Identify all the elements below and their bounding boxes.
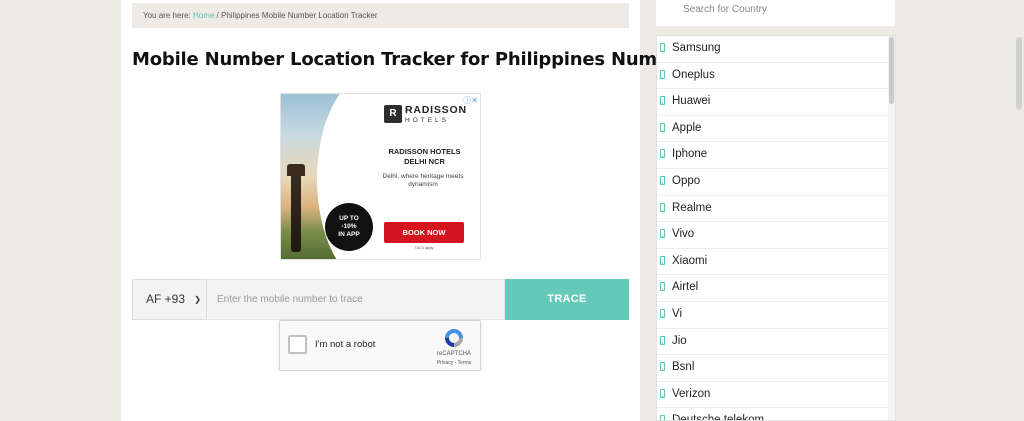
brand-list-item[interactable]: Oneplus bbox=[657, 63, 890, 90]
brand-list-item[interactable]: Airtel bbox=[657, 275, 890, 302]
breadcrumb-home-link[interactable]: Home bbox=[193, 11, 214, 20]
brand-list-item[interactable]: Realme bbox=[657, 196, 890, 223]
brand-list-item[interactable]: Samsung bbox=[657, 36, 890, 63]
mobile-phone-icon bbox=[660, 122, 665, 132]
recaptcha-brand: reCAPTCHA bbox=[436, 351, 471, 357]
ad-badge-line1: UP TO bbox=[339, 215, 359, 222]
brand-label[interactable]: Xiaomi bbox=[672, 255, 707, 267]
mobile-phone-icon bbox=[660, 96, 665, 106]
ad-brand-subtitle: HOTELS bbox=[405, 117, 450, 124]
brand-label[interactable]: Iphone bbox=[672, 148, 707, 160]
ad-description: Delhi, where heritage meets dynamism bbox=[382, 173, 464, 188]
recaptcha-label: I'm not a robot bbox=[315, 339, 376, 350]
brand-label[interactable]: Deutsche telekom bbox=[672, 414, 764, 420]
page-scrollbar-thumb[interactable] bbox=[1016, 37, 1022, 110]
brand-list-scroll-thumb[interactable] bbox=[889, 37, 894, 104]
adchoices-icon[interactable]: ⓘ✕ bbox=[463, 95, 478, 106]
mobile-phone-icon bbox=[660, 69, 665, 79]
brand-list-item[interactable]: Jio bbox=[657, 329, 890, 356]
recaptcha-logo-icon bbox=[445, 329, 463, 347]
brand-list-item[interactable]: Iphone bbox=[657, 142, 890, 169]
mobile-phone-icon bbox=[660, 308, 665, 318]
brand-label[interactable]: Airtel bbox=[672, 281, 698, 293]
trace-button[interactable]: TRACE bbox=[505, 279, 629, 320]
ad-badge-line2: -10% bbox=[341, 223, 357, 230]
brand-list-item[interactable]: Vivo bbox=[657, 222, 890, 249]
mobile-number-input[interactable]: Enter the mobile number to trace bbox=[207, 279, 505, 320]
mobile-phone-icon bbox=[660, 362, 665, 372]
chevron-down-icon: ❯ bbox=[194, 295, 201, 304]
recaptcha-privacy-terms-links[interactable]: Privacy - Terms bbox=[430, 360, 478, 366]
ad-title-line1: RADISSON HOTELS bbox=[388, 147, 461, 156]
country-search-input[interactable]: Search for Country bbox=[656, 0, 895, 26]
ad-book-now-button[interactable]: BOOK NOW bbox=[384, 222, 464, 243]
mobile-phone-icon bbox=[660, 149, 665, 159]
brand-label[interactable]: Samsung bbox=[672, 42, 721, 54]
ad-discount-badge: UP TO -10% IN APP bbox=[325, 203, 373, 251]
brand-label[interactable]: Huawei bbox=[672, 95, 710, 107]
ad-logo-mark: R bbox=[384, 105, 402, 123]
mobile-phone-icon bbox=[660, 282, 665, 292]
brand-list-panel: Samsung Oneplus Huawei Apple Iphone Oppo Realm… bbox=[656, 35, 896, 421]
country-code-value: AF +93 bbox=[146, 292, 186, 306]
brand-label[interactable]: Realme bbox=[672, 202, 712, 214]
brand-list-item[interactable]: Vi bbox=[657, 302, 890, 329]
brand-list-item[interactable]: Oppo bbox=[657, 169, 890, 196]
recaptcha-widget: I'm not a robot reCAPTCHA Privacy - Term… bbox=[279, 320, 481, 371]
brand-list-item[interactable]: Xiaomi bbox=[657, 249, 890, 276]
ad-title: RADISSON HOTELS DELHI NCR bbox=[377, 147, 472, 167]
country-code-select[interactable]: AF +93 ❯ bbox=[132, 279, 207, 320]
brand-label[interactable]: Oneplus bbox=[672, 69, 715, 81]
mobile-phone-icon bbox=[660, 415, 665, 420]
brand-list-item[interactable]: Huawei bbox=[657, 89, 890, 116]
brand-list-item[interactable]: Verizon bbox=[657, 382, 890, 409]
advertisement-banner[interactable]: UP TO -10% IN APP R RADISSON HOTELS ⓘ✕ R… bbox=[280, 93, 481, 260]
mobile-phone-icon bbox=[660, 255, 665, 265]
breadcrumb-current: Philippines Mobile Number Location Track… bbox=[220, 11, 378, 20]
brand-label[interactable]: Oppo bbox=[672, 175, 700, 187]
ad-brand-name: RADISSON bbox=[405, 104, 467, 116]
brand-label[interactable]: Vi bbox=[672, 308, 682, 320]
ad-badge-line3: IN APP bbox=[338, 231, 360, 238]
brand-label[interactable]: Apple bbox=[672, 122, 701, 134]
brand-list-scrollbar[interactable] bbox=[888, 36, 895, 420]
brand-list-item[interactable]: Deutsche telekom bbox=[657, 408, 890, 420]
ad-title-line2: DELHI NCR bbox=[404, 157, 445, 166]
mobile-phone-icon bbox=[660, 175, 665, 185]
brand-list-item[interactable]: Bsnl bbox=[657, 355, 890, 382]
ad-fine-print: T&C's apply bbox=[414, 246, 434, 250]
mobile-phone-icon bbox=[660, 388, 665, 398]
mobile-phone-icon bbox=[660, 43, 665, 52]
breadcrumb-separator: / bbox=[214, 11, 221, 20]
brand-list-item[interactable]: Apple bbox=[657, 116, 890, 143]
brand-label[interactable]: Vivo bbox=[672, 228, 694, 240]
ad-lamp-post-shape bbox=[291, 172, 301, 252]
brand-label[interactable]: Verizon bbox=[672, 388, 710, 400]
mobile-phone-icon bbox=[660, 335, 665, 345]
breadcrumb-prefix: You are here: bbox=[143, 11, 193, 20]
brand-label[interactable]: Jio bbox=[672, 335, 687, 347]
page-title: Mobile Number Location Tracker for Phili… bbox=[132, 49, 691, 70]
recaptcha-checkbox[interactable] bbox=[288, 335, 307, 354]
mobile-phone-icon bbox=[660, 202, 665, 212]
brand-list: Samsung Oneplus Huawei Apple Iphone Oppo Realm… bbox=[657, 36, 890, 420]
breadcrumb: You are here: Home / Philippines Mobile … bbox=[132, 3, 629, 28]
mobile-phone-icon bbox=[660, 229, 665, 239]
brand-label[interactable]: Bsnl bbox=[672, 361, 694, 373]
